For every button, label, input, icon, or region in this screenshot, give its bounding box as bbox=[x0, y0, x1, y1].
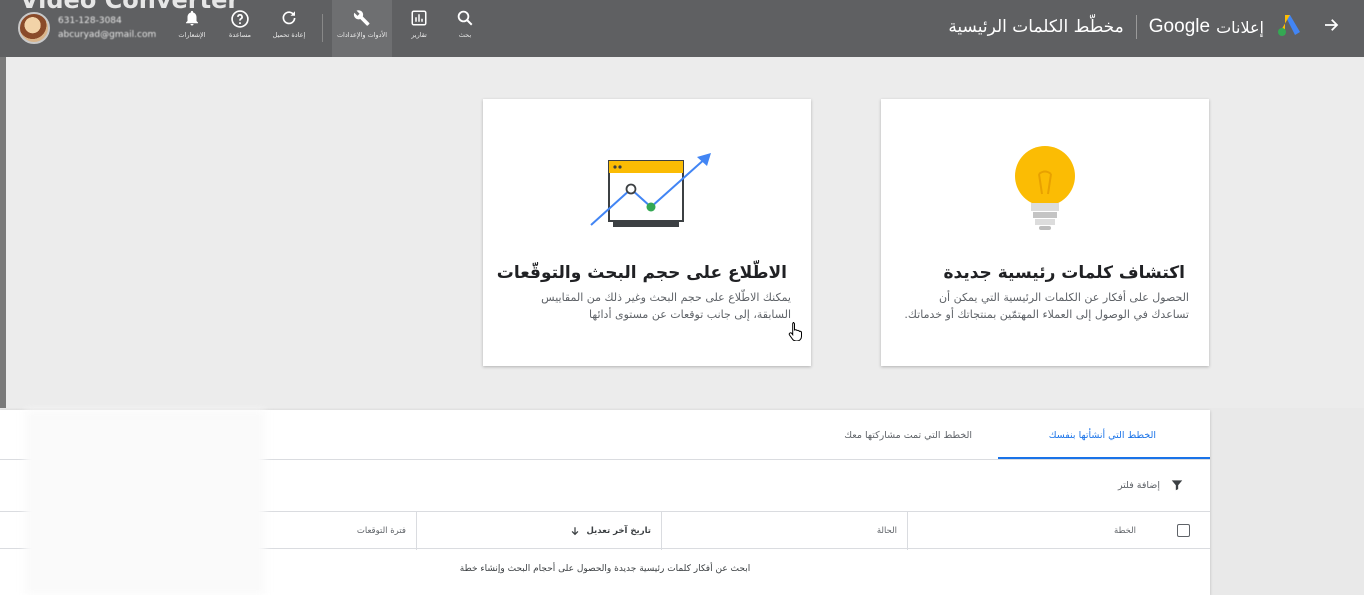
column-plan-label: الخطة bbox=[1114, 526, 1136, 536]
reports-icon bbox=[395, 9, 443, 31]
search-button[interactable]: بحث bbox=[441, 9, 489, 39]
column-last-modified[interactable]: تاريخ آخر تعديل bbox=[417, 512, 662, 550]
google-ads-logo-icon[interactable] bbox=[1276, 13, 1302, 41]
ads-wordmark: إعلانات bbox=[1216, 17, 1264, 37]
add-filter-label: إضافة فلتر bbox=[1117, 479, 1160, 491]
forecast-chart-icon bbox=[590, 153, 711, 227]
search-label: بحث bbox=[458, 31, 472, 39]
discover-illustration bbox=[881, 139, 1209, 239]
brand-divider bbox=[1135, 15, 1137, 39]
column-status[interactable]: الحالة bbox=[662, 512, 908, 550]
account-email: abcuryad@gmail.com bbox=[58, 30, 157, 40]
help-label: مساعدة bbox=[229, 31, 251, 39]
back-arrow-icon[interactable] bbox=[1322, 15, 1340, 39]
column-status-label: الحالة bbox=[876, 526, 897, 536]
lightbulb-icon bbox=[1015, 146, 1075, 230]
discover-card-description: الحصول على أفكار عن الكلمات الرئيسية الت… bbox=[904, 291, 1189, 321]
notifications-button[interactable]: الإشعارات bbox=[168, 9, 216, 39]
account-info: 631-128-3084 abcuryad@gmail.com bbox=[58, 14, 156, 42]
filter-icon bbox=[1171, 480, 1183, 491]
tab-shared-plans[interactable]: الخطط التي تمت مشاركتها معك bbox=[844, 430, 972, 441]
forecast-illustration bbox=[483, 139, 811, 239]
discover-card-title: اكتشاف كلمات رئيسية جديدة bbox=[943, 263, 1186, 283]
account-phone: 631-128-3084 bbox=[58, 16, 122, 26]
refresh-button[interactable]: إعادة تحميل bbox=[265, 9, 313, 39]
google-wordmark: Google bbox=[1148, 16, 1211, 37]
notifications-label: الإشعارات bbox=[178, 31, 206, 39]
discover-keywords-card[interactable]: اكتشاف كلمات رئيسية جديدة الحصول على أفك… bbox=[881, 99, 1209, 366]
brand-area: مخطّط الكلمات الرئيسية Google إعلانات bbox=[948, 13, 1340, 41]
add-filter-button[interactable]: إضافة فلتر bbox=[1118, 478, 1184, 492]
blurred-overlay bbox=[25, 410, 265, 595]
tools-settings-button[interactable]: الأدوات والإعدادات bbox=[332, 0, 392, 57]
wrench-icon bbox=[332, 9, 392, 31]
top-app-bar: Video Converter 631-128-3084 abcuryad@gm… bbox=[0, 0, 1364, 57]
tab-my-plans[interactable]: الخطط التي أنشأتها بنفسك bbox=[1049, 430, 1156, 441]
tools-settings-label: الأدوات والإعدادات bbox=[336, 31, 388, 39]
toolbar-divider bbox=[322, 14, 323, 42]
select-all-checkbox[interactable] bbox=[1177, 524, 1190, 537]
sort-down-arrow-icon bbox=[572, 527, 579, 536]
refresh-label: إعادة تحميل bbox=[272, 31, 306, 39]
reports-button[interactable]: تقارير bbox=[395, 9, 443, 39]
forecast-card-description: يمكنك الاطّلاع على حجم البحث وغير ذلك من… bbox=[541, 291, 791, 321]
avatar[interactable] bbox=[18, 12, 50, 44]
bell-icon bbox=[168, 9, 216, 31]
account-switcher[interactable]: 631-128-3084 abcuryad@gmail.com bbox=[18, 12, 156, 44]
hand-cursor-icon bbox=[788, 321, 804, 345]
forecast-card-title: الاطّلاع على حجم البحث والتوقّعات bbox=[496, 263, 787, 283]
help-button[interactable]: مساعدة bbox=[216, 9, 264, 39]
column-last-modified-label: تاريخ آخر تعديل bbox=[586, 526, 651, 536]
help-icon bbox=[216, 9, 264, 31]
forecast-card[interactable]: الاطّلاع على حجم البحث والتوقّعات يمكنك … bbox=[483, 99, 811, 366]
page-title: مخطّط الكلمات الرئيسية bbox=[948, 17, 1124, 37]
search-icon bbox=[441, 9, 489, 31]
column-forecast-period-label: فترة التوقعات bbox=[356, 526, 406, 536]
refresh-icon bbox=[265, 9, 313, 31]
reports-label: تقارير bbox=[411, 31, 427, 39]
column-plan[interactable]: الخطة bbox=[908, 512, 1210, 550]
